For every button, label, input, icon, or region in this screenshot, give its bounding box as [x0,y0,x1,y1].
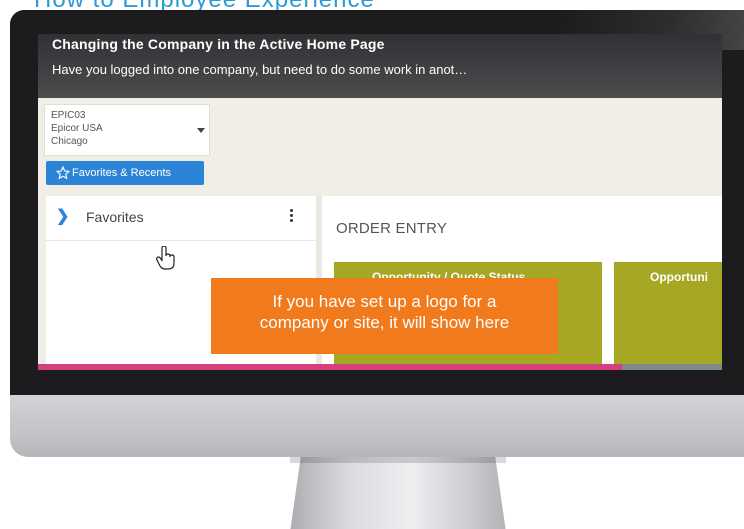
company-name: Epicor USA [51,123,103,134]
company-site: Chicago [51,136,88,147]
favorites-recents-label: Favorites & Recents [72,167,172,179]
progress-bar-pink [38,364,622,370]
logo-callout: If you have set up a logo for a company … [211,278,558,354]
progress-bar-gray [622,364,722,370]
favorites-recents-button[interactable]: Favorites & Recents [46,161,204,185]
company-selector[interactable]: EPIC03 Epicor USA Chicago [44,104,210,156]
banner-subtitle: Have you logged into one company, but ne… [52,62,468,77]
hand-pointer-icon [156,245,176,275]
kebab-menu-icon[interactable] [290,209,294,223]
video-title-banner: Changing the Company in the Active Home … [38,34,722,98]
monitor-chin [10,395,744,457]
section-title: ORDER ENTRY [336,220,448,237]
chevron-right-icon[interactable]: ❯ [56,206,69,226]
favorites-header[interactable]: ❯ Favorites [46,196,316,241]
stand-shadow [290,457,506,463]
tile-label: Opportuni [650,270,708,284]
callout-text: If you have set up a logo for a company … [211,291,558,333]
tile-opportunities[interactable]: Opportuni [614,262,722,370]
dropdown-caret-icon [197,128,205,133]
star-icon [55,165,71,189]
favorites-label: Favorites [86,209,144,225]
monitor-stand [290,457,506,529]
company-id: EPIC03 [51,110,86,121]
callout-line-2: company or site, it will show here [259,313,510,332]
banner-title: Changing the Company in the Active Home … [52,36,385,52]
callout-line-1: If you have set up a logo for a [272,292,497,311]
